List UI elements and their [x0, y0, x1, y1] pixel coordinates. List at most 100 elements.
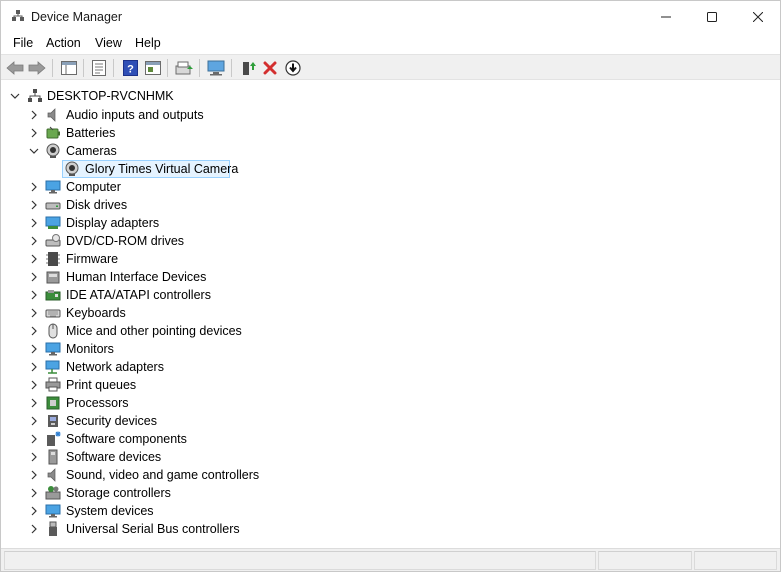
status-cell	[4, 551, 596, 570]
computer-root-icon	[28, 89, 42, 102]
chevron-right-icon[interactable]	[29, 470, 39, 480]
disable-device-icon	[285, 60, 301, 76]
view-icon	[145, 61, 161, 75]
device-manager-window: Device Manager File Action View Help ? D…	[0, 0, 781, 572]
chevron-down-icon[interactable]	[29, 146, 39, 156]
chevron-right-icon[interactable]	[29, 344, 39, 354]
tree-device-label[interactable]: Glory Times Virtual Camera	[85, 161, 238, 177]
forward-button[interactable]	[27, 58, 47, 78]
tree-category-label[interactable]: Software components	[66, 431, 187, 447]
chevron-right-icon[interactable]	[29, 488, 39, 498]
menu-help[interactable]: Help	[134, 36, 162, 50]
chevron-right-icon[interactable]	[29, 362, 39, 372]
enable-device-button[interactable]	[238, 58, 258, 78]
dvd-drive-icon	[45, 234, 61, 247]
device-tree[interactable]: DESKTOP-RVCNHMK Audio inputs and outputs…	[1, 81, 780, 547]
tree-category-label[interactable]: Display adapters	[66, 215, 159, 231]
usb-icon	[49, 521, 57, 536]
status-cell	[694, 551, 777, 570]
update-driver-button[interactable]	[174, 58, 194, 78]
toolbar: ?	[1, 54, 780, 80]
menu-action[interactable]: Action	[45, 36, 82, 50]
chevron-right-icon[interactable]	[29, 236, 39, 246]
scan-hardware-button[interactable]	[206, 58, 226, 78]
chevron-right-icon[interactable]	[29, 524, 39, 534]
hid-icon	[46, 271, 60, 284]
sound-controller-icon	[47, 468, 56, 482]
chevron-right-icon[interactable]	[29, 308, 39, 318]
close-button[interactable]	[735, 1, 780, 32]
window-title: Device Manager	[31, 10, 123, 24]
tree-category-label[interactable]: Software devices	[66, 449, 161, 465]
maximize-icon	[707, 11, 717, 22]
view-button[interactable]	[143, 58, 163, 78]
minimize-icon	[661, 16, 671, 17]
tree-category-label[interactable]: Print queues	[66, 377, 136, 393]
title-bar[interactable]: Device Manager	[1, 1, 780, 32]
chevron-right-icon[interactable]	[29, 128, 39, 138]
chevron-right-icon[interactable]	[29, 398, 39, 408]
tree-category-label[interactable]: System devices	[66, 503, 154, 519]
tree-category-label[interactable]: Human Interface Devices	[66, 269, 206, 285]
processor-icon	[46, 396, 60, 410]
tree-category-label[interactable]: Computer	[66, 179, 121, 195]
tree-category-label[interactable]: Mice and other pointing devices	[66, 323, 242, 339]
storage-controller-icon	[45, 486, 61, 500]
printer-icon	[45, 377, 61, 392]
minimize-button[interactable]	[643, 1, 689, 32]
properties-icon	[92, 60, 106, 76]
tree-category-label[interactable]: Monitors	[66, 341, 114, 357]
tree-root-label[interactable]: DESKTOP-RVCNHMK	[47, 88, 174, 104]
menu-file[interactable]: File	[12, 36, 34, 50]
chevron-right-icon[interactable]	[29, 272, 39, 282]
camera-icon	[65, 161, 79, 176]
tree-category-label[interactable]: Storage controllers	[66, 485, 171, 501]
chevron-right-icon[interactable]	[29, 182, 39, 192]
back-button[interactable]	[5, 58, 25, 78]
tree-category-label[interactable]: Firmware	[66, 251, 118, 267]
tree-category-label[interactable]: Processors	[66, 395, 129, 411]
chevron-right-icon[interactable]	[29, 218, 39, 228]
uninstall-device-button[interactable]	[260, 58, 280, 78]
maximize-button[interactable]	[689, 1, 735, 32]
chevron-right-icon[interactable]	[29, 452, 39, 462]
status-cell	[598, 551, 692, 570]
update-driver-icon	[175, 61, 193, 75]
software-device-icon	[48, 449, 58, 465]
chevron-right-icon[interactable]	[29, 434, 39, 444]
scan-hardware-icon	[207, 60, 225, 76]
chevron-right-icon[interactable]	[29, 380, 39, 390]
tree-category-label[interactable]: IDE ATA/ATAPI controllers	[66, 287, 211, 303]
help-icon: ?	[122, 60, 138, 76]
chevron-right-icon[interactable]	[29, 110, 39, 120]
tree-category-label[interactable]: Batteries	[66, 125, 115, 141]
chevron-down-icon[interactable]	[10, 91, 20, 101]
tree-category-label[interactable]: Keyboards	[66, 305, 126, 321]
show-hide-console-tree-button[interactable]	[59, 58, 79, 78]
tree-category-label[interactable]: Network adapters	[66, 359, 164, 375]
tree-category-label[interactable]: Sound, video and game controllers	[66, 467, 259, 483]
tree-category-label[interactable]: Universal Serial Bus controllers	[66, 521, 240, 537]
disable-device-button[interactable]	[283, 58, 303, 78]
chevron-right-icon[interactable]	[29, 326, 39, 336]
camera-icon	[46, 143, 60, 158]
tree-category-label[interactable]: Cameras	[66, 143, 117, 159]
properties-button[interactable]	[89, 58, 109, 78]
chevron-right-icon[interactable]	[29, 416, 39, 426]
tree-category-label[interactable]: DVD/CD-ROM drives	[66, 233, 184, 249]
menu-view[interactable]: View	[94, 36, 123, 50]
tree-category-label[interactable]: Disk drives	[66, 197, 127, 213]
battery-icon	[46, 126, 60, 139]
tree-category-label[interactable]: Security devices	[66, 413, 157, 429]
tree-category-label[interactable]: Audio inputs and outputs	[66, 107, 204, 123]
chevron-right-icon[interactable]	[29, 290, 39, 300]
help-button[interactable]: ?	[120, 58, 140, 78]
keyboard-icon	[45, 309, 61, 318]
mouse-icon	[48, 323, 58, 339]
device-manager-app-icon	[12, 10, 24, 21]
computer-icon	[45, 180, 61, 194]
chevron-right-icon[interactable]	[29, 506, 39, 516]
software-component-icon	[47, 431, 61, 446]
chevron-right-icon[interactable]	[29, 200, 39, 210]
chevron-right-icon[interactable]	[29, 254, 39, 264]
